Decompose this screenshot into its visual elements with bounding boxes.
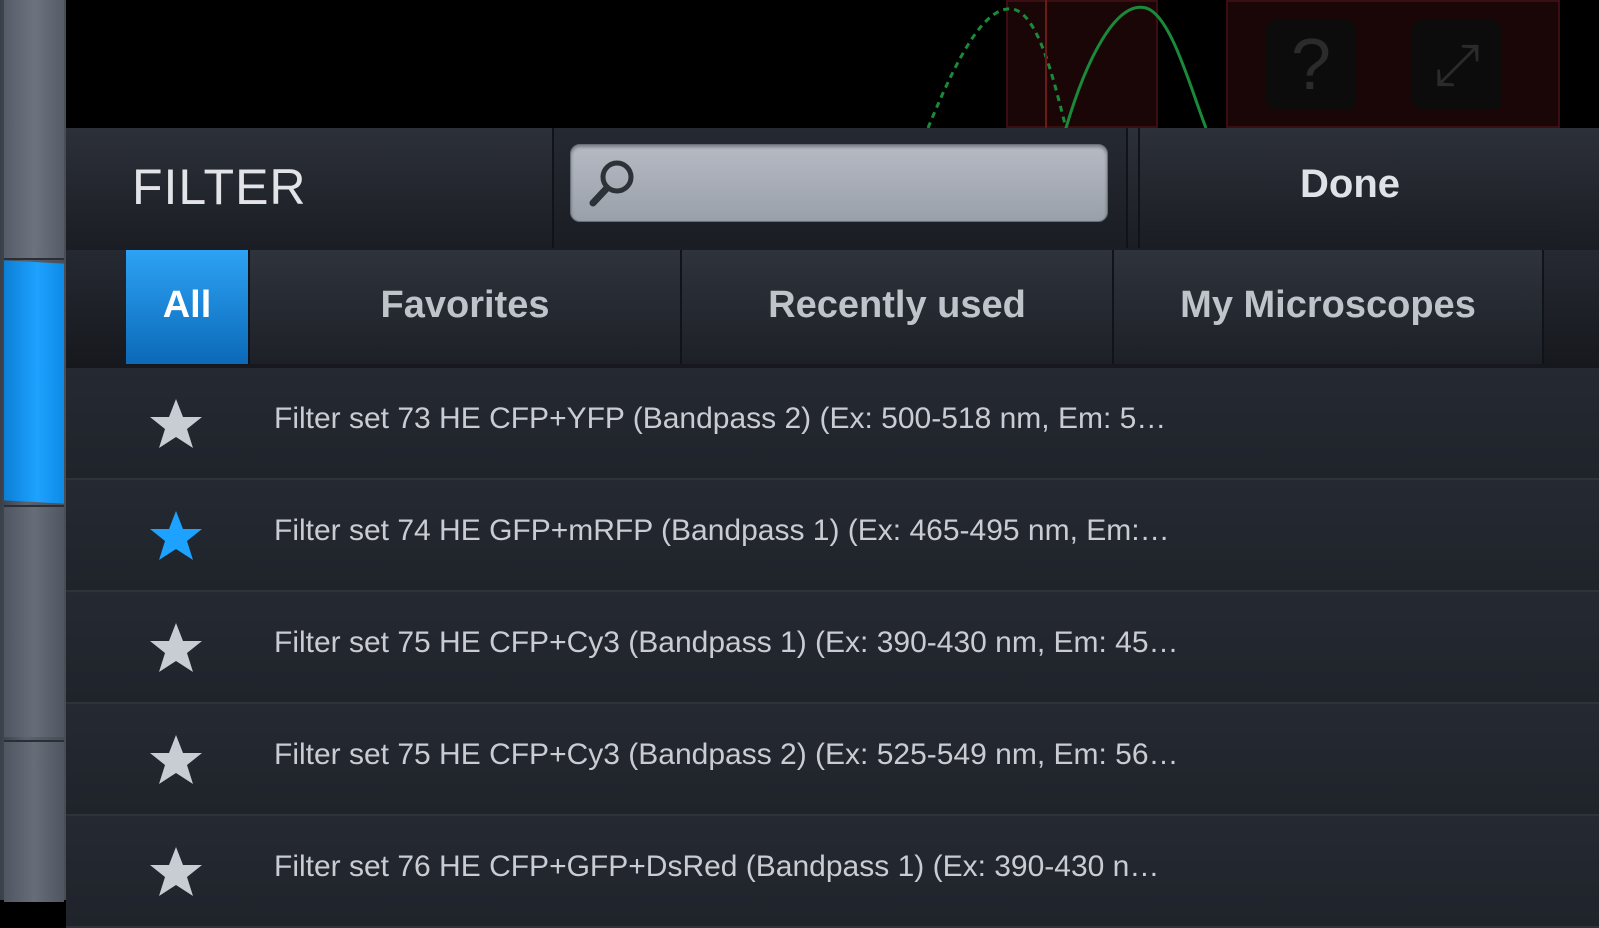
star-icon[interactable] (148, 844, 204, 900)
filter-list: Filter set 73 HE CFP+YFP (Bandpass 2) (E… (66, 368, 1599, 928)
done-button[interactable]: Done (1138, 128, 1560, 248)
search-container (552, 128, 1128, 248)
search-input[interactable] (649, 157, 1093, 209)
tab-recently-used[interactable]: Recently used (682, 250, 1114, 364)
star-icon[interactable] (148, 620, 204, 676)
panel-title: FILTER (132, 159, 307, 215)
list-item[interactable]: Filter set 75 HE CFP+Cy3 (Bandpass 1) (E… (66, 592, 1599, 704)
panel-header: FILTER Done (66, 128, 1599, 252)
rail-segment-top[interactable] (4, 0, 64, 260)
star-icon[interactable] (148, 508, 204, 564)
search-box[interactable] (570, 144, 1108, 222)
star-icon[interactable] (148, 396, 204, 452)
filter-name: Filter set 74 HE GFP+mRFP (Bandpass 1) (… (274, 514, 1170, 547)
help-button[interactable]: ? (1266, 20, 1356, 110)
help-icon: ? (1290, 25, 1332, 105)
spectrum-curves (926, 0, 1208, 128)
rail-segment-active[interactable] (4, 260, 64, 504)
tab-my-microscopes[interactable]: My Microscopes (1114, 250, 1544, 364)
tab-favorites[interactable]: Favorites (250, 250, 682, 364)
filter-name: Filter set 75 HE CFP+Cy3 (Bandpass 2) (E… (274, 738, 1179, 771)
expand-icon: ⤢ (1433, 32, 1481, 97)
filter-panel: FILTER Done All Favorites Recently used … (66, 128, 1599, 928)
expand-button[interactable]: ⤢ (1412, 20, 1502, 110)
search-icon (589, 160, 634, 207)
rail-segment-middle[interactable] (4, 505, 64, 737)
list-item[interactable]: Filter set 74 HE GFP+mRFP (Bandpass 1) (… (66, 480, 1599, 592)
list-item[interactable]: Filter set 76 HE CFP+GFP+DsRed (Bandpass… (66, 816, 1599, 928)
list-item[interactable]: Filter set 75 HE CFP+Cy3 (Bandpass 2) (E… (66, 704, 1599, 816)
tab-all[interactable]: All (126, 250, 250, 364)
filter-name: Filter set 75 HE CFP+Cy3 (Bandpass 1) (E… (274, 626, 1179, 659)
filter-tabs: All Favorites Recently used My Microscop… (66, 250, 1599, 370)
side-rail (0, 0, 66, 902)
filter-name: Filter set 73 HE CFP+YFP (Bandpass 2) (E… (274, 402, 1167, 435)
star-icon[interactable] (148, 732, 204, 788)
filter-name: Filter set 76 HE CFP+GFP+DsRed (Bandpass… (274, 850, 1160, 883)
rail-segment-bottom[interactable] (4, 740, 64, 902)
list-item[interactable]: Filter set 73 HE CFP+YFP (Bandpass 2) (E… (66, 368, 1599, 480)
spectrum-preview: ? ⤢ (66, 0, 1599, 128)
